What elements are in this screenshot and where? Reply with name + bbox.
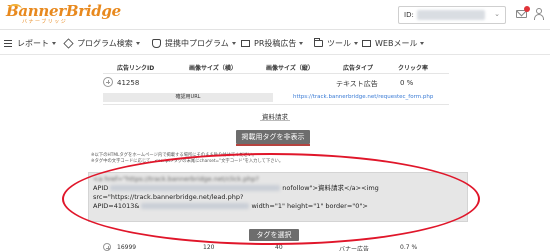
nav-label-webmail: WEBメール bbox=[375, 39, 418, 48]
user-icon[interactable] bbox=[533, 8, 545, 20]
nav-label-program-search: プログラム検索 bbox=[77, 39, 133, 48]
bannerbridge-logo[interactable]: BannerBridge バナーブリッジ bbox=[6, 2, 121, 26]
row-ad-type: テキスト広告 bbox=[336, 80, 378, 88]
confirm-url-label: 確認用URL bbox=[103, 93, 273, 102]
expand-plus-icon[interactable] bbox=[103, 243, 111, 251]
row-image-height: 40 bbox=[275, 244, 283, 251]
site-id-select[interactable]: ID: ⌄ bbox=[398, 6, 506, 24]
row-image-width: 120 bbox=[203, 244, 215, 251]
box-icon bbox=[63, 38, 74, 49]
id-value-blurred bbox=[417, 10, 485, 20]
hide-tag-button-accent bbox=[236, 144, 310, 146]
logo-swoosh-icon bbox=[8, 4, 22, 10]
caret-down-icon bbox=[420, 42, 425, 45]
notification-badge bbox=[524, 6, 530, 12]
row-click-rate: 0.7 % bbox=[400, 244, 418, 251]
code-line-3: src="https://track.bannerbridge.net/lead… bbox=[93, 193, 244, 201]
code-line-4: APID=41013& width="1" height="1" border="… bbox=[93, 202, 368, 210]
code-line-2: APID nofollow">資料請求</a><img bbox=[93, 184, 379, 192]
menu-icon bbox=[4, 39, 13, 48]
caret-down-icon bbox=[299, 42, 304, 45]
confirm-url-row: 確認用URL https://track.bannerbridge.net/re… bbox=[103, 93, 449, 102]
table-row: 41258 テキスト広告 0 % bbox=[103, 77, 449, 89]
hide-tag-button[interactable]: 掲載用タグを非表示 bbox=[236, 130, 310, 144]
confirm-url-link[interactable]: https://track.bannerbridge.net/requestec… bbox=[293, 94, 433, 100]
section-underline bbox=[260, 120, 290, 121]
caret-down-icon bbox=[231, 42, 236, 45]
nav-item-tools[interactable]: ツール bbox=[314, 37, 358, 50]
chevron-down-icon: ⌄ bbox=[494, 10, 500, 18]
divider bbox=[103, 73, 449, 74]
nav-item-program-search[interactable]: プログラム検索 bbox=[63, 37, 140, 50]
nav-item-report[interactable]: レポート bbox=[4, 37, 56, 50]
row-link-id: 16999 bbox=[117, 244, 137, 251]
col-click-rate: クリック率 bbox=[398, 65, 429, 72]
code-line-1: <a href="https://track.bannerbridge.net/… bbox=[93, 175, 259, 183]
row-ad-type: バナー広告 bbox=[339, 246, 370, 251]
divider bbox=[103, 104, 449, 105]
caret-down-icon bbox=[135, 42, 140, 45]
app-header: BannerBridge バナーブリッジ ID: ⌄ bbox=[0, 0, 550, 30]
col-link-id: 広告リンクID bbox=[117, 65, 155, 72]
tag-code-textarea[interactable]: <a href="https://track.bannerbridge.net/… bbox=[88, 172, 468, 222]
row-click-rate: 0 % bbox=[400, 79, 414, 87]
monitor-icon bbox=[241, 39, 250, 47]
folder-icon bbox=[314, 38, 323, 47]
hand-icon bbox=[152, 39, 161, 48]
select-tag-button[interactable]: タグを選択 bbox=[249, 229, 299, 241]
nav-item-webmail[interactable]: WEBメール bbox=[362, 37, 425, 50]
nav-label-pr-posts: PR投稿広告 bbox=[254, 39, 297, 48]
blurred-text bbox=[141, 203, 250, 209]
col-image-height: 画像サイズ（縦） bbox=[266, 65, 314, 72]
table-row: 16999 120 40 バナー広告 0.7 % bbox=[103, 243, 449, 251]
expand-plus-icon[interactable] bbox=[103, 77, 113, 87]
caret-down-icon bbox=[354, 42, 358, 45]
nav-label-partnered-programs: 提携中プログラム bbox=[165, 39, 229, 48]
logo-text: BannerBridge bbox=[6, 2, 121, 20]
col-ad-type: 広告タイプ bbox=[343, 65, 374, 72]
charset-note: ※タグ中の文字コードに応じて、<script>タグの末尾にcharset="文字… bbox=[91, 159, 284, 164]
nav-label-tools: ツール bbox=[327, 39, 351, 48]
main-nav: レポート プログラム検索 提携中プログラム PR投稿広告 ツール WEBメール bbox=[0, 31, 550, 55]
mail-icon bbox=[362, 40, 371, 47]
blurred-text bbox=[110, 185, 281, 191]
col-image-width: 画像サイズ（横） bbox=[189, 65, 237, 72]
nav-item-pr-posts[interactable]: PR投稿広告 bbox=[241, 37, 304, 50]
id-label: ID: bbox=[404, 11, 414, 19]
row-link-id: 41258 bbox=[117, 79, 140, 87]
nav-item-partnered-programs[interactable]: 提携中プログラム bbox=[152, 37, 236, 50]
table-header: 広告リンクID 画像サイズ（横） 画像サイズ（縦） 広告タイプ クリック率 bbox=[103, 61, 449, 72]
caret-down-icon bbox=[52, 42, 56, 45]
nav-label-report: レポート bbox=[17, 39, 49, 48]
